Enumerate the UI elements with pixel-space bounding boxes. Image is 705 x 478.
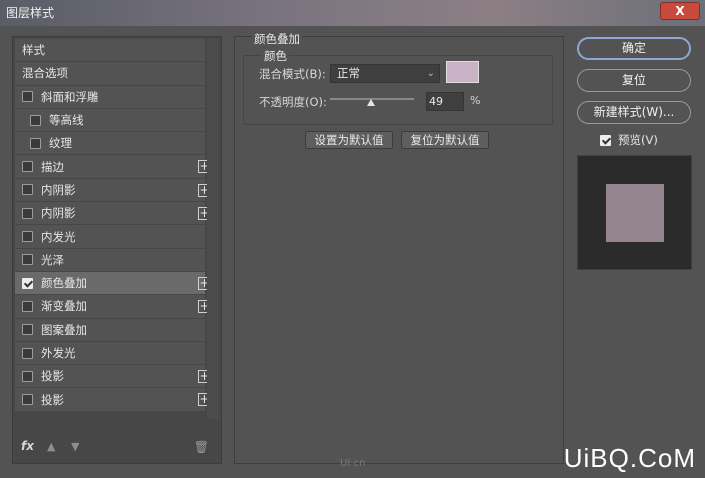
- group-title: 颜色: [262, 48, 289, 64]
- preview-box: [577, 155, 692, 270]
- overlay-color-swatch[interactable]: [446, 61, 479, 83]
- style-list-item[interactable]: 颜色叠加 +: [15, 271, 211, 296]
- opacity-slider-thumb[interactable]: [367, 99, 376, 106]
- style-item-label: 斜面和浮雕: [41, 89, 99, 104]
- reset-default-button[interactable]: 复位为默认值: [401, 131, 489, 149]
- style-item-label: 渐变叠加: [41, 299, 87, 314]
- layer-style-dialog: 样式 混合选项 斜面和浮雕 等高线 纹理 描边 + 内阴影 + 内阴影 + 内发光 光泽 颜色叠加 + 渐…: [0, 26, 705, 478]
- chevron-down-icon: ⌄: [426, 68, 435, 79]
- style-list: 样式 混合选项 斜面和浮雕 等高线 纹理 描边 + 内阴影 + 内阴影 + 内发光 光泽 颜色叠加 + 渐…: [15, 39, 211, 412]
- style-checkbox[interactable]: [22, 231, 33, 243]
- opacity-unit: %: [470, 94, 481, 107]
- brand-watermark: UiBQ.CoM: [563, 443, 696, 473]
- style-list-item[interactable]: 内发光: [15, 225, 205, 249]
- blend-mode-value: 正常: [337, 66, 360, 80]
- ok-button[interactable]: 确定: [577, 37, 691, 60]
- style-list-item[interactable]: 等高线: [15, 108, 205, 133]
- move-down-icon[interactable]: ▼: [71, 440, 79, 453]
- style-list-item[interactable]: 纹理: [15, 132, 205, 156]
- style-item-label: 内阴影: [41, 206, 76, 221]
- style-item-label: 外发光: [41, 346, 76, 360]
- style-item-label: 内发光: [41, 229, 76, 244]
- fx-icon[interactable]: fx: [21, 439, 34, 453]
- style-checkbox[interactable]: [22, 207, 33, 219]
- style-list-item[interactable]: 投影 +: [15, 388, 211, 412]
- style-list-item[interactable]: 图案叠加: [15, 318, 205, 342]
- style-checkbox[interactable]: [22, 91, 33, 103]
- blend-mode-label: 混合模式(B):: [259, 67, 326, 81]
- style-checkbox[interactable]: [30, 114, 41, 126]
- style-item-label: 纹理: [49, 136, 72, 151]
- style-checkbox[interactable]: [22, 300, 33, 312]
- preview-checkbox-row[interactable]: 预览(V): [600, 132, 658, 148]
- style-checkbox[interactable]: [30, 137, 41, 149]
- style-item-label: 颜色叠加: [41, 276, 87, 291]
- color-group: 颜色 混合模式(B): 正常 ⌄ 不透明度(O): 49 %: [243, 48, 553, 125]
- set-default-button[interactable]: 设置为默认值: [305, 131, 393, 149]
- trash-icon[interactable]: 🗑: [194, 440, 209, 454]
- style-checkbox[interactable]: [22, 277, 33, 289]
- section-title: 颜色叠加: [252, 31, 302, 47]
- opacity-label: 不透明度(O):: [259, 95, 327, 109]
- preview-swatch: [606, 184, 664, 242]
- blend-options-label: 混合选项: [22, 66, 68, 81]
- style-list-item[interactable]: 外发光: [15, 341, 205, 366]
- preview-checkbox[interactable]: [600, 134, 611, 146]
- move-up-icon[interactable]: ▲: [47, 440, 55, 453]
- style-checkbox[interactable]: [22, 347, 33, 359]
- style-list-item[interactable]: 内阴影 +: [15, 178, 211, 203]
- style-item-label: 投影: [41, 369, 64, 384]
- style-list-item[interactable]: 内阴影 +: [15, 202, 211, 226]
- style-checkbox[interactable]: [22, 184, 33, 196]
- style-checkbox[interactable]: [22, 254, 33, 266]
- dialog-title: 图层样式: [6, 6, 55, 20]
- style-checkbox[interactable]: [22, 370, 33, 382]
- style-checkbox[interactable]: [22, 324, 33, 336]
- style-item-label: 图案叠加: [41, 322, 87, 337]
- style-list-item[interactable]: 描边 +: [15, 155, 211, 179]
- style-list-item[interactable]: 渐变叠加 +: [15, 295, 211, 319]
- style-item-label: 描边: [41, 159, 64, 174]
- opacity-input[interactable]: 49: [426, 92, 464, 111]
- style-list-panel: 样式 混合选项 斜面和浮雕 等高线 纹理 描边 + 内阴影 + 内阴影 + 内发光 光泽 颜色叠加 + 渐…: [12, 36, 222, 464]
- styles-header-label: 样式: [22, 43, 45, 58]
- style-item-label: 内阴影: [41, 182, 76, 197]
- preview-label: 预览(V): [618, 133, 658, 147]
- title-bar: 图层样式 X: [0, 0, 705, 26]
- style-checkbox[interactable]: [22, 394, 33, 406]
- style-checkbox[interactable]: [22, 161, 33, 173]
- style-item-label: 等高线: [49, 113, 84, 128]
- styles-header-item[interactable]: 样式: [15, 39, 205, 63]
- new-style-button[interactable]: 新建样式(W)...: [577, 101, 691, 124]
- blend-options-item[interactable]: 混合选项: [15, 62, 205, 86]
- blend-mode-select[interactable]: 正常 ⌄: [330, 64, 440, 83]
- style-list-item[interactable]: 斜面和浮雕: [15, 85, 205, 109]
- watermark-small: UI·cn: [340, 458, 366, 469]
- style-list-footer: fx ▲ ▼ 🗑: [21, 439, 211, 457]
- reset-button[interactable]: 复位: [577, 69, 691, 92]
- style-list-item[interactable]: 光泽: [15, 248, 205, 272]
- color-overlay-panel: 颜色叠加 颜色 混合模式(B): 正常 ⌄ 不透明度(O): 49 % 设置为默…: [234, 31, 564, 464]
- style-item-label: 光泽: [41, 252, 64, 267]
- style-list-item[interactable]: 投影 +: [15, 365, 211, 389]
- style-item-label: 投影: [41, 392, 64, 407]
- close-button[interactable]: X: [660, 2, 700, 20]
- style-list-scrollbar[interactable]: [207, 39, 219, 419]
